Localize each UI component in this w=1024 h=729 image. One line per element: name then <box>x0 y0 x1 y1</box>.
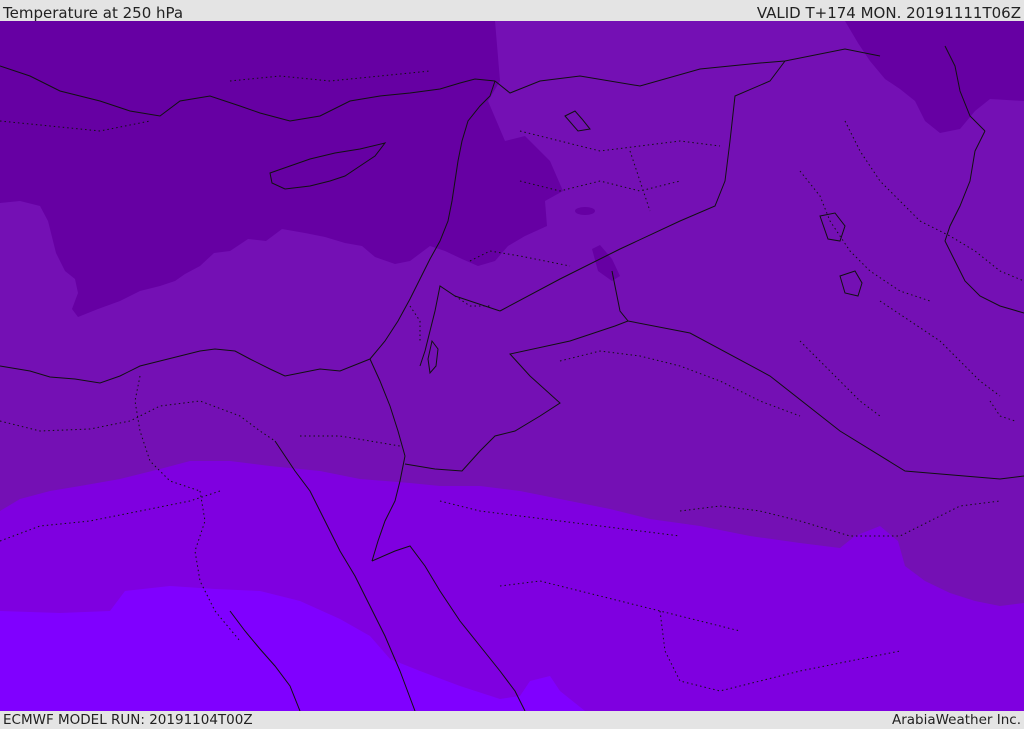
temperature-map[interactable] <box>0 21 1024 711</box>
valid-time-label: VALID T+174 MON. 20191111T06Z <box>756 4 1021 22</box>
credit-label: ArabiaWeather Inc. <box>891 712 1021 728</box>
band-coldest-spot <box>575 207 595 215</box>
header-bar: Temperature at 250 hPa VALID T+174 MON. … <box>0 0 1024 21</box>
model-run-label: ECMWF MODEL RUN: 20191104T00Z <box>3 712 253 728</box>
footer-bar: ECMWF MODEL RUN: 20191104T00Z ArabiaWeat… <box>0 711 1024 729</box>
map-title: Temperature at 250 hPa <box>3 4 184 22</box>
